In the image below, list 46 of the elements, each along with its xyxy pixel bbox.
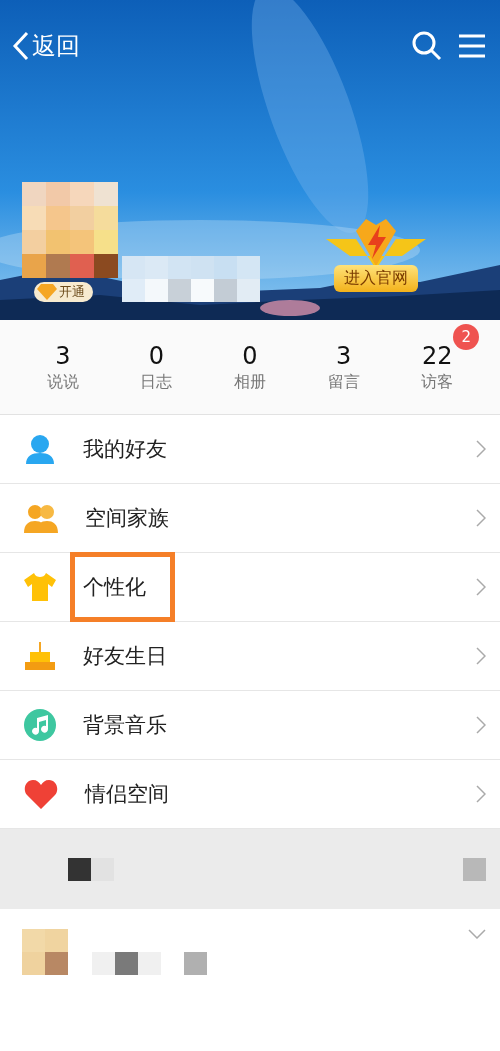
menu-item[interactable]: 背景音乐: [0, 691, 500, 760]
search-button[interactable]: [412, 31, 442, 61]
menu-item[interactable]: 空间家族: [0, 484, 500, 553]
official-site-button[interactable]: 进入官网: [334, 265, 418, 292]
vip-badge[interactable]: 开通: [34, 282, 93, 302]
diamond-icon: [37, 284, 57, 300]
menu-label: 背景音乐: [82, 712, 168, 739]
chevron-down-icon: [468, 929, 486, 939]
stat-label[interactable]: 说说: [46, 371, 79, 393]
chevron-right-icon: [476, 647, 486, 665]
menu-label: 个性化: [70, 552, 175, 622]
notification-badge: 2: [453, 323, 480, 350]
t-shirt-icon: [24, 573, 56, 601]
chevron-left-icon: [12, 31, 30, 61]
stat-label[interactable]: 留言: [327, 371, 360, 393]
chevron-right-icon: [476, 785, 486, 803]
menu-item[interactable]: 个性化: [0, 553, 500, 622]
menu-label: 空间家族: [84, 505, 170, 532]
blurred-avatar: [22, 929, 68, 975]
stat-count[interactable]: 0: [148, 341, 165, 370]
menu-item[interactable]: 好友生日: [0, 622, 500, 691]
stat-label[interactable]: 访客: [421, 371, 454, 393]
stat-count[interactable]: 3: [55, 341, 71, 370]
heart-icon: [24, 779, 58, 809]
stat-count[interactable]: 3: [335, 341, 352, 370]
music-note-icon: [24, 709, 56, 741]
chevron-right-icon: [476, 578, 486, 596]
stat-count[interactable]: 0: [242, 341, 258, 370]
stat-count[interactable]: 22: [421, 341, 453, 370]
cake-icon: [24, 640, 56, 672]
vip-label: 开通: [59, 283, 85, 301]
blurred-text: [68, 857, 114, 881]
menu-label: 好友生日: [82, 643, 168, 670]
blurred-icon: [463, 857, 486, 881]
person-icon: [24, 433, 56, 465]
chevron-right-icon: [476, 509, 486, 527]
stat-label[interactable]: 相册: [234, 371, 266, 393]
menu-button[interactable]: [458, 33, 486, 59]
people-icon: [24, 503, 58, 533]
back-button[interactable]: 返回: [12, 30, 80, 62]
stat-label[interactable]: 日志: [140, 371, 173, 393]
menu-item[interactable]: 我的好友: [0, 415, 500, 484]
chevron-right-icon: [476, 716, 486, 734]
menu-label: 情侣空间: [83, 781, 170, 808]
chevron-right-icon: [476, 440, 486, 458]
menu-label: 我的好友: [82, 436, 168, 463]
